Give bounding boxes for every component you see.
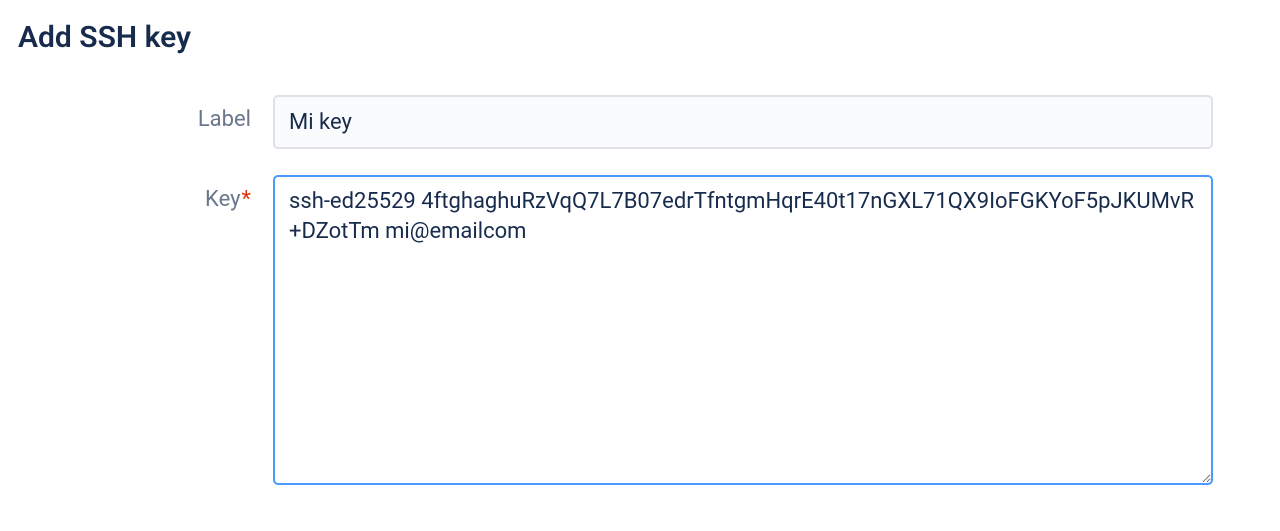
page-title: Add SSH key <box>18 20 1262 55</box>
label-row: Label <box>18 95 1262 149</box>
label-text: Label <box>198 107 251 132</box>
label-field-label: Label <box>18 95 273 132</box>
key-field-label: Key* <box>18 175 273 212</box>
key-row: Key* ssh-ed25529 4ftghaghuRzVqQ7L7B07edr… <box>18 175 1262 485</box>
required-asterisk: * <box>242 187 251 212</box>
key-textarea[interactable]: ssh-ed25529 4ftghaghuRzVqQ7L7B07edrTfntg… <box>273 175 1213 485</box>
label-input[interactable] <box>273 95 1213 149</box>
key-label-text: Key <box>205 187 240 212</box>
